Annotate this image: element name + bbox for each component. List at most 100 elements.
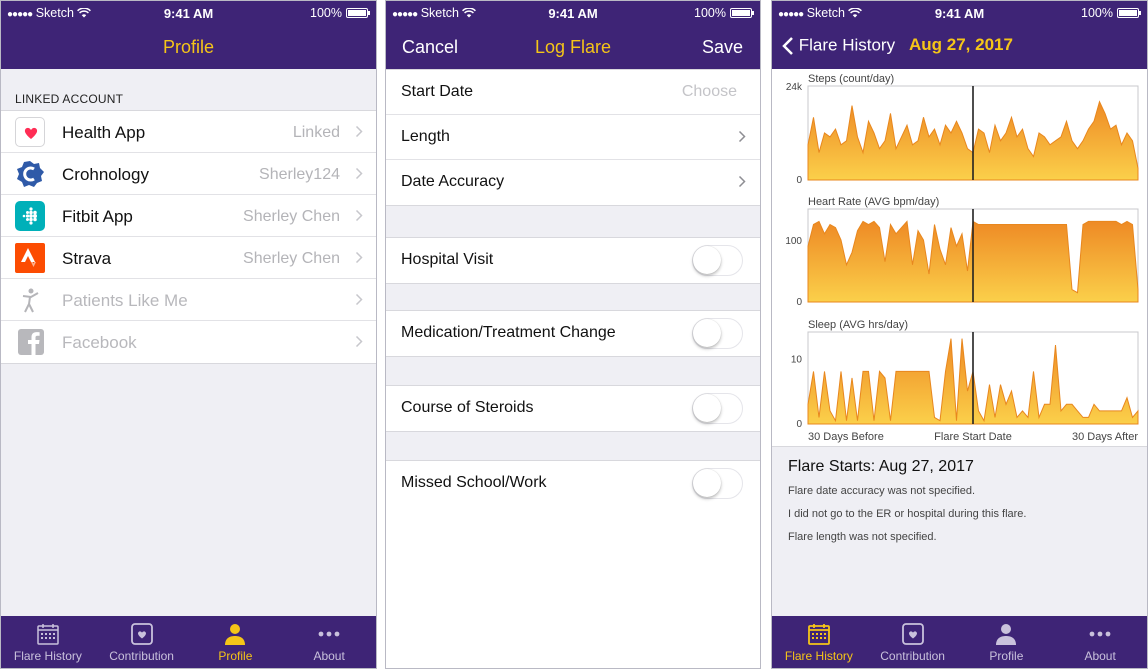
toggle-label: Course of Steroids xyxy=(401,399,534,416)
x-axis-label: 30 Days Before xyxy=(808,431,884,443)
battery-icon xyxy=(346,8,370,18)
nav-bar: ●●●●● Sketch 9:41 AM 100% Profile xyxy=(1,1,376,69)
tab-label: Profile xyxy=(218,649,253,663)
flare-date-title: Aug 27, 2017 xyxy=(909,35,1013,54)
date-accuracy-label: Date Accuracy xyxy=(401,173,505,190)
summary-note: Flare date accuracy was not specified. xyxy=(788,485,976,497)
y-tick-label: 100 xyxy=(785,236,802,247)
tab-label: About xyxy=(1084,649,1116,663)
account-row-facebook[interactable]: Facebook xyxy=(1,321,376,363)
hospital-visit-toggle[interactable] xyxy=(692,245,743,276)
heart-square-icon xyxy=(130,623,153,645)
tab-label: About xyxy=(313,649,345,663)
person-icon xyxy=(225,624,246,645)
empty-area xyxy=(386,506,760,668)
chevron-right-icon xyxy=(355,251,363,264)
tab-about[interactable]: About xyxy=(282,616,376,668)
health-heart-icon xyxy=(15,117,45,147)
tab-about[interactable]: About xyxy=(1053,616,1147,668)
account-row-health-app[interactable]: Health App Linked xyxy=(1,111,376,153)
hospital-visit-row: Hospital Visit xyxy=(386,238,760,283)
tab-label: Contribution xyxy=(109,649,174,663)
flare-details-group: Start Date Choose Length Date Accuracy xyxy=(386,69,760,206)
charts-svg: Steps (count/day) 24k 0 Heart Rate (AVG bpm… xyxy=(785,73,1139,443)
account-value: Sherley Chen xyxy=(243,250,340,267)
battery-percent: 100% xyxy=(694,6,726,20)
medication-group: Medication/Treatment Change xyxy=(386,310,760,357)
person-icon xyxy=(996,624,1017,645)
tab-flare-history[interactable]: Flare History xyxy=(772,616,866,668)
y-tick-label: 0 xyxy=(796,297,802,308)
calendar-icon xyxy=(37,624,59,645)
start-date-row[interactable]: Start Date Choose xyxy=(386,70,760,115)
medication-change-toggle[interactable] xyxy=(692,318,743,349)
section-header: LINKED ACCOUNT xyxy=(15,92,124,106)
strava-chevron-icon xyxy=(15,243,45,273)
length-row[interactable]: Length xyxy=(386,115,760,160)
tab-bar: Flare History Contribution Profile About xyxy=(772,616,1147,668)
chevron-right-icon xyxy=(738,175,746,188)
summary-note: Flare length was not specified. xyxy=(788,531,937,543)
battery-percent: 100% xyxy=(310,6,342,20)
nav-bar: ●●●●● Sketch 9:41 AM 100% Flare History … xyxy=(772,1,1147,69)
missed-school-work-row: Missed School/Work xyxy=(386,461,760,506)
summary-title: Flare Starts: Aug 27, 2017 xyxy=(788,458,974,475)
status-bar: ●●●●● Sketch 9:41 AM 100% xyxy=(772,5,1147,21)
chart-title: Steps (count/day) xyxy=(808,73,894,85)
medication-change-row: Medication/Treatment Change xyxy=(386,311,760,356)
chart-title: Heart Rate (AVG bpm/day) xyxy=(808,196,939,208)
tab-label: Flare History xyxy=(13,649,82,663)
chevron-right-icon xyxy=(738,130,746,143)
account-label: Fitbit App xyxy=(62,207,133,226)
flare-history-screen: ●●●●● Sketch 9:41 AM 100% Flare History … xyxy=(771,0,1148,669)
tab-label: Flare History xyxy=(784,649,853,663)
x-axis-label: Flare Start Date xyxy=(934,431,1012,443)
chart-title: Sleep (AVG hrs/day) xyxy=(808,319,908,331)
date-accuracy-row[interactable]: Date Accuracy xyxy=(386,160,760,205)
y-tick-label: 0 xyxy=(796,175,802,186)
save-button[interactable]: Save xyxy=(702,37,743,58)
start-date-label: Start Date xyxy=(401,83,474,100)
facebook-f-icon xyxy=(18,329,44,355)
account-value: Sherley124 xyxy=(259,166,340,183)
tab-contribution[interactable]: Contribution xyxy=(95,616,189,668)
account-label: Strava xyxy=(62,249,112,268)
hospital-visit-group: Hospital Visit xyxy=(386,237,760,284)
course-of-steroids-row: Course of Steroids xyxy=(386,386,760,431)
status-bar: ●●●●● Sketch 9:41 AM 100% xyxy=(386,5,760,21)
fitbit-dots-icon xyxy=(15,201,45,231)
chevron-right-icon xyxy=(355,209,363,222)
nav-bar: ●●●●● Sketch 9:41 AM 100% Cancel Log Fla… xyxy=(386,1,760,69)
account-row-fitbit[interactable]: Fitbit App Sherley Chen xyxy=(1,195,376,237)
y-tick-label: 10 xyxy=(791,354,803,365)
heart-square-icon xyxy=(901,623,924,645)
flare-summary: Flare Starts: Aug 27, 2017 Flare date ac… xyxy=(772,447,1147,616)
tab-flare-history[interactable]: Flare History xyxy=(1,616,95,668)
account-row-crohnology[interactable]: Crohnology Sherley124 xyxy=(1,153,376,195)
account-value: Sherley Chen xyxy=(243,208,340,225)
tab-profile[interactable]: Profile xyxy=(960,616,1054,668)
missed-school-toggle[interactable] xyxy=(692,468,743,499)
chevron-right-icon xyxy=(355,125,363,138)
steroids-group: Course of Steroids xyxy=(386,385,760,432)
account-row-strava[interactable]: Strava Sherley Chen xyxy=(1,237,376,279)
tab-profile[interactable]: Profile xyxy=(189,616,283,668)
account-label: Crohnology xyxy=(62,165,149,184)
account-row-patients-like-me[interactable]: Patients Like Me xyxy=(1,279,376,321)
missed-school-group: Missed School/Work xyxy=(386,460,760,507)
tab-bar: Flare History Contribution Profile About xyxy=(1,616,376,668)
account-label: Patients Like Me xyxy=(62,291,188,310)
tab-contribution[interactable]: Contribution xyxy=(866,616,960,668)
battery-percent: 100% xyxy=(1081,6,1113,20)
x-axis-label: 30 Days After xyxy=(1072,431,1138,443)
back-label: Flare History xyxy=(798,35,896,55)
log-flare-screen: ●●●●● Sketch 9:41 AM 100% Cancel Log Fla… xyxy=(385,0,761,669)
chevron-right-icon xyxy=(355,293,363,306)
y-tick-label: 24k xyxy=(786,82,803,93)
steroids-toggle[interactable] xyxy=(692,393,743,424)
toggle-label: Missed School/Work xyxy=(401,474,547,491)
page-title: Profile xyxy=(162,37,215,57)
profile-screen: ●●●●● Sketch 9:41 AM 100% Profile LINKED… xyxy=(0,0,377,669)
length-label: Length xyxy=(401,128,450,145)
back-button[interactable]: Flare History xyxy=(782,35,895,56)
